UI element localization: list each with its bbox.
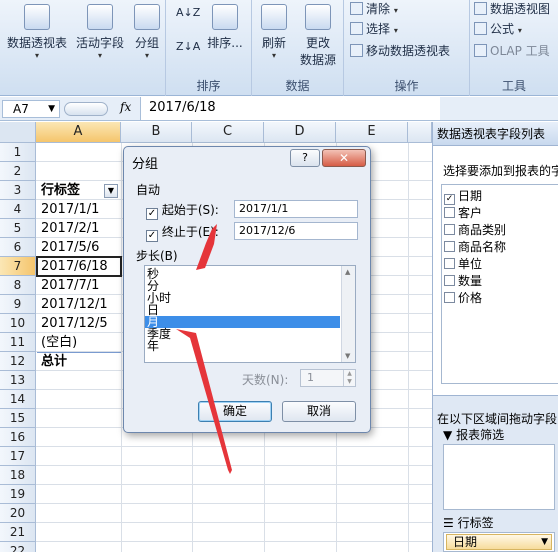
annotation-arrows [176,224,232,474]
annotation-arrow-up-icon [176,329,232,474]
annotation-arrow-up-icon [196,224,217,270]
